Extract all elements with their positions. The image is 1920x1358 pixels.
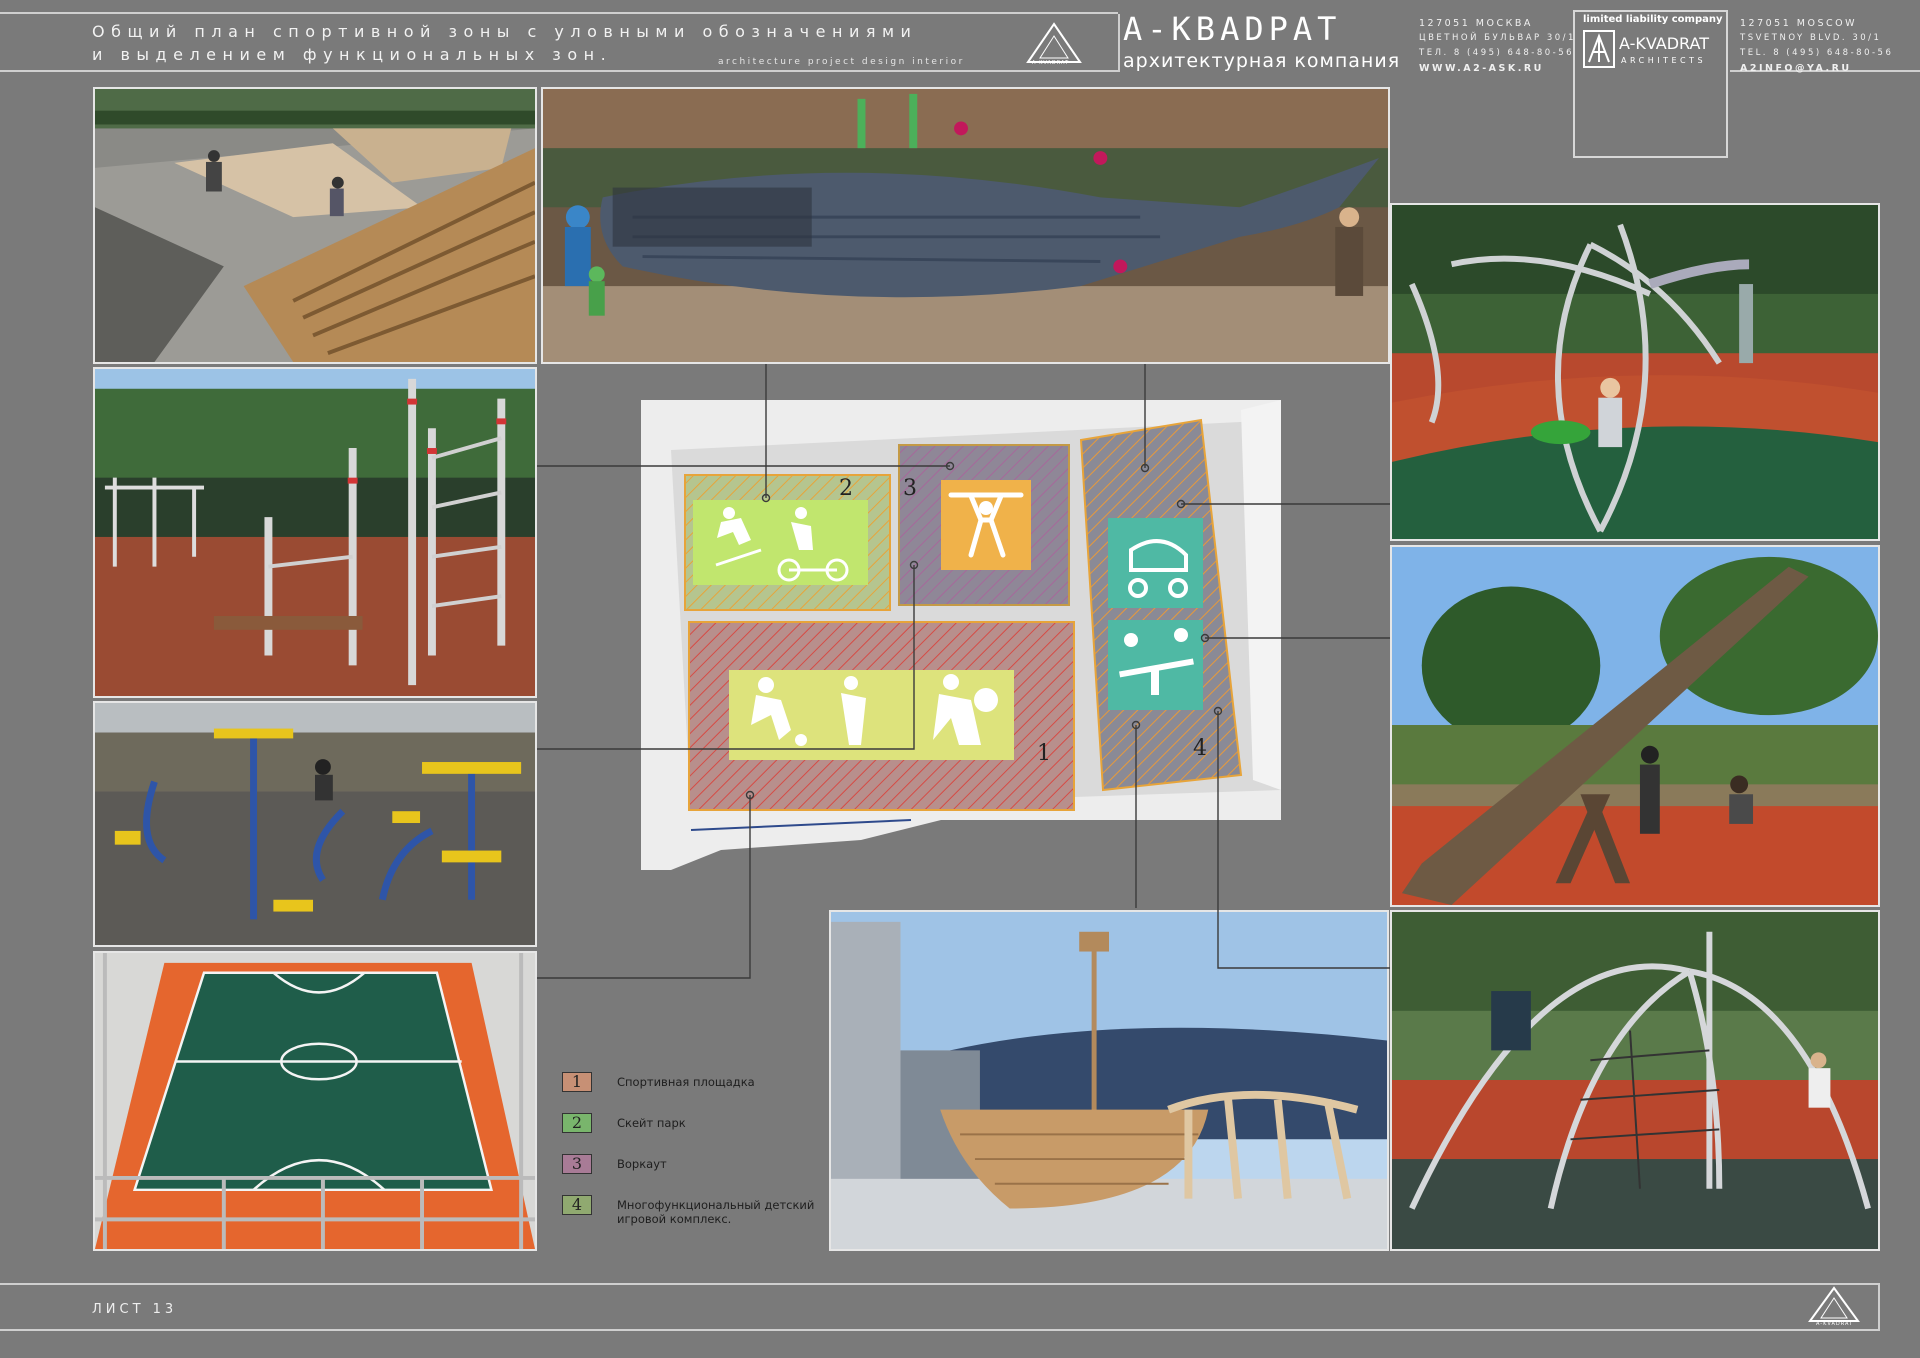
zone-label-2: 2 [839, 476, 853, 501]
legend-num: 2 [562, 1113, 592, 1133]
footer-logo-text: A-KVADRAT [1816, 1321, 1854, 1327]
contact-ru-line[interactable]: WWW.A2-ASK.RU [1419, 61, 1576, 76]
header-top-line [0, 12, 1118, 14]
ship-playground-photo [829, 910, 1389, 1251]
rope-net-photo [1390, 910, 1880, 1251]
legend-num: 1 [562, 1072, 592, 1092]
contact-ru-line: ЦВЕТНОЙ БУЛЬВАР 30/1 [1419, 33, 1576, 43]
sports-court-photo [93, 951, 537, 1251]
legend-label: Многофункциональный детский игровой комп… [617, 1198, 814, 1226]
contact-ru-line: ТЕЛ. 8 (495) 648-80-56 [1419, 48, 1575, 58]
contact-en-line: TEL. 8 (495) 648-80-56 [1740, 48, 1894, 58]
architect-logo-icon [1583, 30, 1615, 68]
header-logo-text: A-KVADRAT [1032, 60, 1070, 66]
workout-bars-photo [93, 367, 537, 698]
contact-en-line: TSVETNOY BLVD. 30/1 [1740, 33, 1882, 43]
zone-label-4: 4 [1193, 736, 1207, 761]
legend-num: 3 [562, 1154, 592, 1174]
legend-label: Скейт парк [617, 1116, 686, 1130]
brand-wordmark: A-KBADPAT [1123, 10, 1342, 48]
llc-architects: ARCHITECTS [1621, 56, 1707, 65]
zone-label-3: 3 [903, 476, 917, 501]
llc-name: A-KVADRAT [1619, 34, 1709, 53]
llc-badge: limited liability company A-KVADRAT ARCH… [1573, 10, 1728, 158]
legend-num: 4 [562, 1195, 592, 1215]
legend-label-line-1: Многофункциональный детский [617, 1198, 815, 1212]
zone-label-1: 1 [1037, 741, 1051, 766]
skatepark-photo [93, 87, 537, 364]
contact-ru: 127051 МОСКВА ЦВЕТНОЙ БУЛЬВАР 30/1 ТЕЛ. … [1419, 16, 1576, 76]
contact-en-line[interactable]: A2INFO@YA.RU [1740, 61, 1893, 76]
sheet-number: ЛИСТ 13 [92, 1302, 178, 1317]
whale-playground-photo [541, 87, 1390, 364]
spider-climber-photo [1390, 203, 1880, 541]
contact-en-line: 127051 MOSCOW [1740, 18, 1857, 29]
seesaw-photo [1390, 545, 1880, 907]
header-subtitle: architecture project design interior [718, 57, 965, 67]
legend-label: Воркаут [617, 1157, 667, 1171]
brand-tagline: архитектурная компания [1123, 50, 1401, 72]
header-bottom-line [0, 70, 1118, 72]
title-line-1: Общий план спортивной зоны с уловными об… [92, 22, 918, 41]
site-plan: 1 2 3 4 [641, 400, 1281, 870]
legend-label: Спортивная площадка [617, 1075, 755, 1089]
contact-en: 127051 MOSCOW TSVETNOY BLVD. 30/1 TEL. 8… [1740, 16, 1893, 76]
contact-ru-line: 127051 МОСКВА [1419, 18, 1533, 29]
llc-top-text: limited liability company [1583, 14, 1723, 25]
header-logo: A-KVADRAT [1024, 22, 1084, 70]
header-divider [1118, 14, 1120, 72]
footer-logo: A-KVADRAT [1806, 1285, 1862, 1329]
legend-label-line-2: игровой комплекс. [617, 1212, 732, 1226]
outdoor-gym-photo [93, 701, 537, 947]
footer-frame [0, 1283, 1880, 1331]
